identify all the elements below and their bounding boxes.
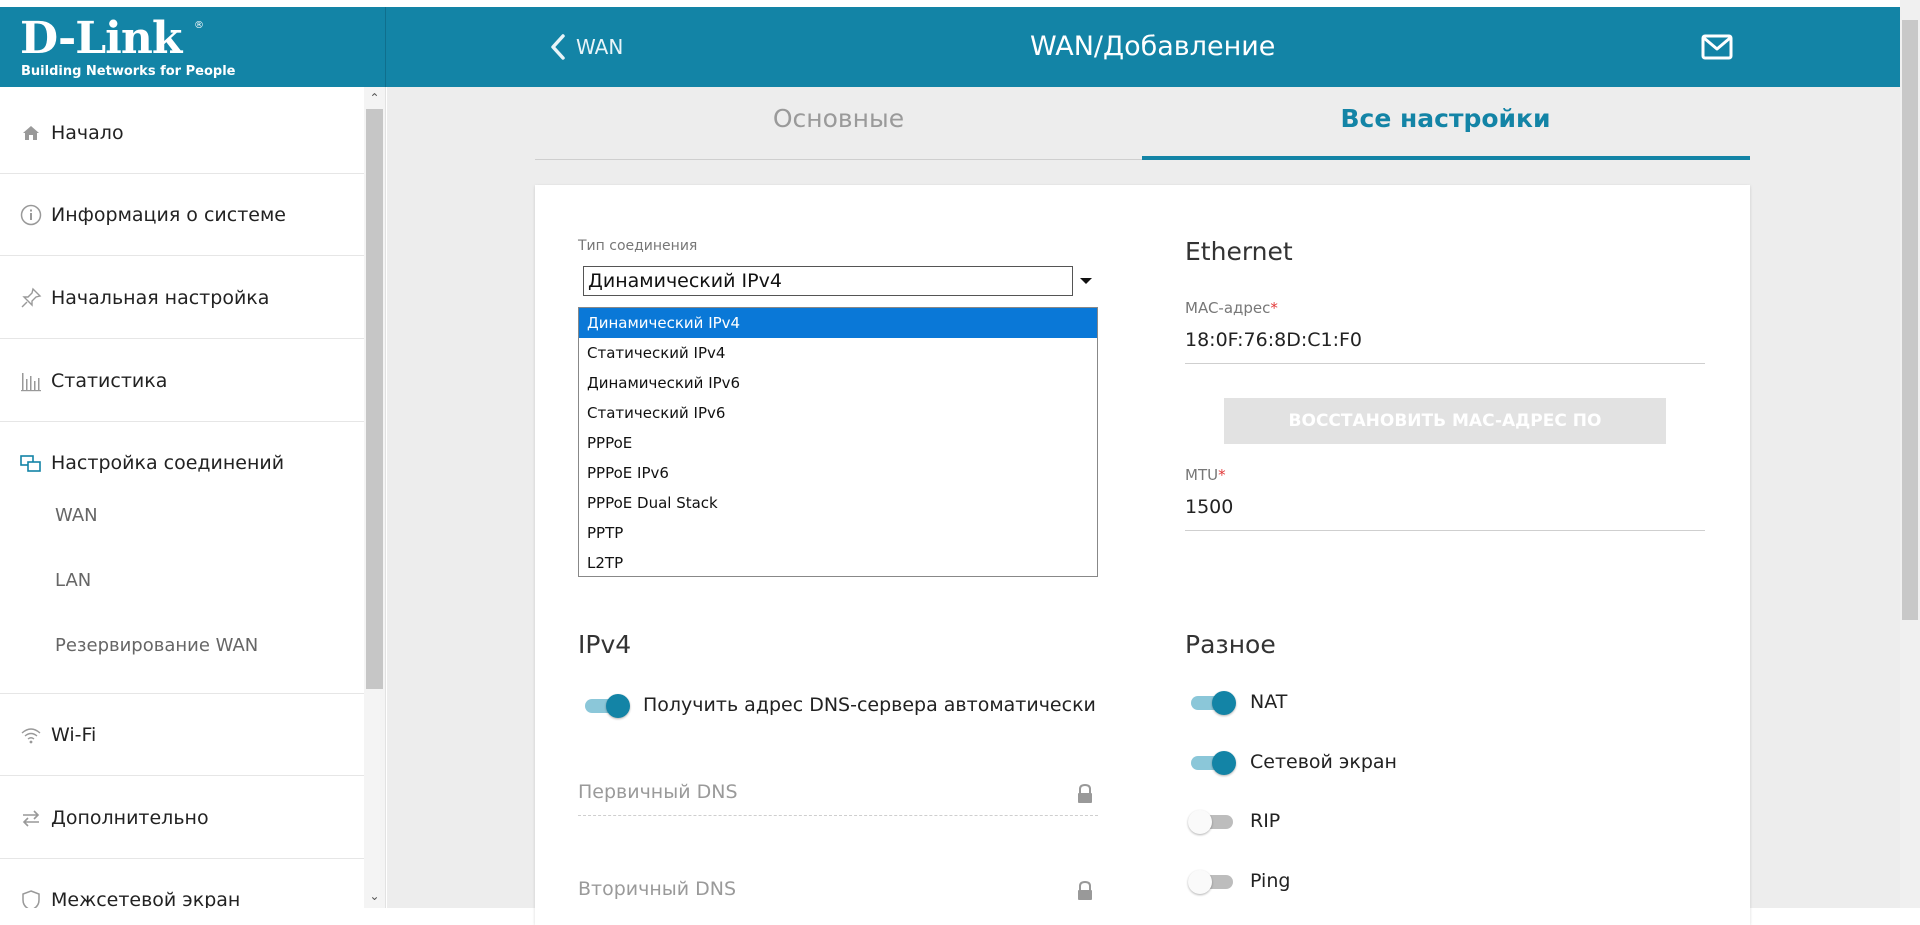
dropdown-option[interactable]: PPPoE Dual Stack [579, 488, 1097, 518]
nat-label: NAT [1250, 691, 1288, 713]
pin-icon [19, 286, 43, 310]
toggle-knob [1188, 870, 1212, 894]
required-mark: * [1270, 299, 1278, 317]
shield-icon [19, 888, 43, 908]
wifi-icon [19, 723, 43, 747]
chevron-left-icon [551, 34, 565, 60]
scroll-up-icon[interactable]: ⌃ [366, 89, 383, 107]
ethernet-section-title: Ethernet [1185, 237, 1293, 266]
tab-all-settings[interactable]: Все настройки [1142, 87, 1749, 159]
logo-tagline: Building Networks for People [21, 64, 236, 79]
firewall-label: Сетевой экран [1250, 751, 1397, 773]
sidebar-item-label: Начало [51, 121, 124, 144]
mtu-label-text: MTU [1185, 466, 1219, 484]
sidebar: Начало Информация о системе Начальная на… [0, 87, 386, 908]
mac-address-label: MAC-адрес* [1185, 299, 1278, 317]
bar-chart-icon [19, 369, 43, 393]
rip-toggle[interactable] [1188, 810, 1236, 834]
mac-address-input[interactable]: 18:0F:76:8D:C1:F0 [1185, 329, 1362, 351]
dropdown-option[interactable]: L2TP [579, 548, 1097, 578]
active-tab-indicator [1142, 156, 1750, 160]
back-button-label: WAN [576, 35, 624, 59]
required-mark: * [1218, 466, 1226, 484]
ping-toggle[interactable] [1188, 870, 1236, 894]
sidebar-item-wifi[interactable]: Wi-Fi [0, 694, 364, 776]
sidebar-item-label: Wi-Fi [51, 723, 97, 746]
sidebar-item-initial-setup[interactable]: Начальная настройка [0, 257, 364, 339]
secondary-dns-input[interactable]: Вторичный DNS [578, 878, 736, 900]
mail-icon [1701, 34, 1733, 60]
primary-dns-underline [578, 815, 1098, 816]
sidebar-subitem-wan-backup[interactable]: Резервирование WAN [55, 635, 258, 656]
dlink-logo: D-Link [20, 13, 182, 64]
sidebar-item-statistics[interactable]: Статистика [0, 340, 364, 422]
scroll-down-icon[interactable]: ⌄ [366, 887, 383, 905]
firewall-toggle[interactable] [1188, 751, 1236, 775]
sidebar-item-label: Информация о системе [51, 203, 286, 226]
logo-area: D-Link ® Building Networks for People [0, 7, 386, 87]
info-icon [19, 203, 43, 227]
dropdown-option[interactable]: PPPoE [579, 428, 1097, 458]
dropdown-option[interactable]: Статический IPv6 [579, 398, 1097, 428]
ipv4-section-title: IPv4 [578, 630, 632, 659]
messages-button[interactable] [1700, 31, 1734, 63]
sidebar-item-home[interactable]: Начало [0, 92, 364, 174]
primary-dns-input[interactable]: Первичный DNS [578, 781, 738, 803]
dropdown-option[interactable]: Динамический IPv4 [579, 308, 1097, 338]
rip-label: RIP [1250, 810, 1281, 832]
connection-type-dropdown: Динамический IPv4 Статический IPv4 Динам… [578, 307, 1098, 577]
tab-basic[interactable]: Основные [535, 87, 1142, 159]
sidebar-item-system-info[interactable]: Информация о системе [0, 174, 364, 256]
sidebar-item-firewall[interactable]: Межсетевой экран [0, 859, 364, 908]
misc-section-title: Разное [1185, 630, 1276, 659]
sidebar-subitem-lan[interactable]: LAN [55, 570, 91, 591]
top-header: D-Link ® Building Networks for People WA… [0, 7, 1900, 87]
dns-auto-toggle[interactable] [582, 694, 630, 718]
mtu-underline [1185, 530, 1705, 531]
lock-icon [1078, 880, 1092, 900]
toggle-knob [606, 694, 630, 718]
connections-icon [19, 451, 43, 475]
sidebar-subitem-wan[interactable]: WAN [55, 505, 98, 526]
mac-address-label-text: MAC-адрес [1185, 299, 1271, 317]
toggle-knob [1212, 691, 1236, 715]
mac-address-underline [1185, 363, 1705, 364]
mtu-input[interactable]: 1500 [1185, 496, 1233, 518]
home-icon [19, 121, 43, 145]
restore-mac-button[interactable]: ВОССТАНОВИТЬ MAC-АДРЕС ПО УМОЛЧАНИЮ [1224, 398, 1666, 477]
dropdown-option[interactable]: PPPoE IPv6 [579, 458, 1097, 488]
sidebar-item-label: Дополнительно [51, 806, 209, 829]
sidebar-item-label: Настройка соединений [51, 452, 285, 474]
tab-bar: Основные Все настройки [535, 87, 1750, 160]
sidebar-item-connections[interactable]: Настройка соединений [0, 422, 364, 504]
dropdown-option[interactable]: PPTP [579, 518, 1097, 548]
sidebar-item-label: Межсетевой экран [51, 888, 241, 909]
arrows-icon [19, 806, 43, 830]
dns-auto-label: Получить адрес DNS-сервера автоматически [643, 694, 1096, 716]
toggle-knob [1212, 751, 1236, 775]
back-button[interactable]: WAN [550, 29, 623, 65]
connection-type-label: Тип соединения [578, 238, 698, 254]
toggle-knob [1188, 810, 1212, 834]
logo-registered-mark: ® [194, 20, 204, 31]
sidebar-item-label: Начальная настройка [51, 286, 270, 309]
lock-icon [1078, 783, 1092, 803]
connection-type-select[interactable]: Динамический IPv4 [583, 266, 1073, 296]
sidebar-item-advanced[interactable]: Дополнительно [0, 777, 364, 859]
sidebar-scrollbar-thumb[interactable] [366, 109, 383, 689]
page-scrollbar-thumb[interactable] [1902, 20, 1918, 620]
dropdown-option[interactable]: Динамический IPv6 [579, 368, 1097, 398]
ping-label: Ping [1250, 870, 1291, 892]
sidebar-item-label: Статистика [51, 369, 168, 392]
dropdown-option[interactable]: Статический IPv4 [579, 338, 1097, 368]
page-title: WAN/Добавление [1030, 31, 1276, 62]
dropdown-arrow-icon[interactable] [1076, 271, 1096, 291]
nat-toggle[interactable] [1188, 691, 1236, 715]
mtu-label: MTU* [1185, 466, 1226, 484]
